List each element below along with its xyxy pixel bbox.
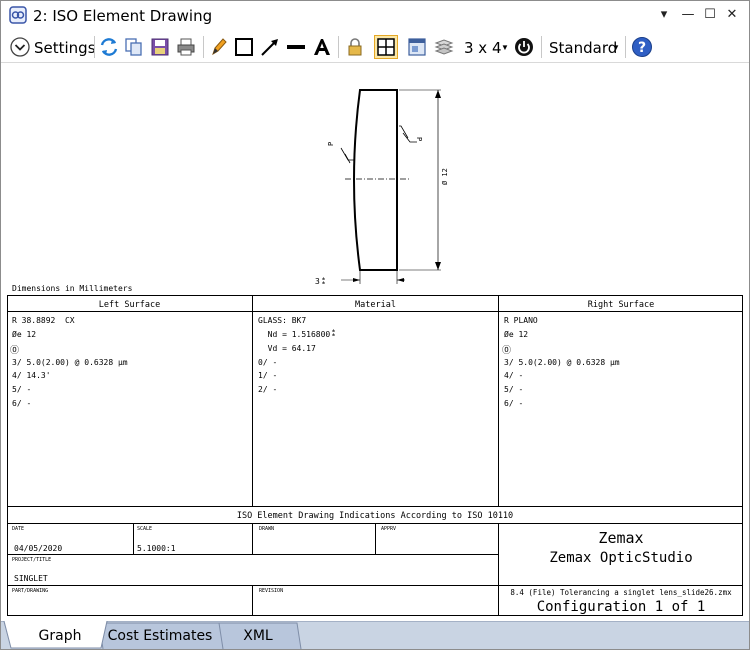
left-clear-aperture: Øe 12 <box>12 330 37 339</box>
tab-cost-estimates[interactable]: Cost Estimates <box>105 623 215 649</box>
copy-icon[interactable] <box>123 36 145 58</box>
lock-icon[interactable] <box>344 36 366 58</box>
revision-label: REVISION <box>259 588 284 594</box>
left-spec-3: 3/ 5.0(2.00) @ 0.6328 µm <box>12 358 128 367</box>
scale-value: 5.1000:1 <box>137 544 176 553</box>
help-icon[interactable]: ? <box>631 36 653 58</box>
left-zero-symbol: ⓪ <box>10 346 20 356</box>
standard-dropdown[interactable]: Standard <box>549 39 617 57</box>
right-radius: R PLANO <box>504 316 538 325</box>
left-surface-header: Left Surface <box>98 300 161 310</box>
layers-icon[interactable] <box>433 36 455 58</box>
left-spec-6: 6/ - <box>12 399 32 408</box>
text-tool-icon[interactable] <box>311 36 333 58</box>
standard-caret-icon[interactable]: ▼ <box>612 43 620 52</box>
drawn-label: DRAWN <box>259 526 275 532</box>
title-bar: 2: ISO Element Drawing ▾ — ☐ ✕ <box>1 1 749 31</box>
left-radius: R 38.8892 CX <box>12 316 75 325</box>
toolbar: Settings 3 x 4 ▼ Standard ▼ ? <box>1 32 749 63</box>
window-layout-icon[interactable] <box>406 36 428 58</box>
iso-element-drawing-window: 2: ISO Element Drawing ▾ — ☐ ✕ Settings <box>0 0 750 650</box>
power-icon[interactable] <box>513 36 535 58</box>
apprv-label: APPRV <box>381 526 397 532</box>
toolbar-separator <box>541 36 542 58</box>
rectangle-tool-icon[interactable] <box>233 36 255 58</box>
tab-xml[interactable]: XML <box>219 623 297 649</box>
material-spec-2: 2/ - <box>258 385 278 394</box>
drawing-canvas: Ø 12 P P 3 ± ± Dimensions in Millimeters … <box>1 63 749 621</box>
tab-bar: Graph Cost Estimates XML <box>1 621 749 649</box>
tab-graph[interactable]: Graph <box>15 623 105 649</box>
right-clear-aperture: Øe 12 <box>504 330 529 339</box>
zemax-app-icon <box>9 6 27 24</box>
minimize-button[interactable]: — <box>677 5 699 25</box>
material-glass: GLASS: BK7 <box>258 316 307 325</box>
toolbar-separator <box>625 36 626 58</box>
svg-text:?: ? <box>638 40 646 56</box>
right-surface-header: Right Surface <box>587 300 655 310</box>
material-header: Material <box>355 300 396 310</box>
pencil-icon[interactable] <box>208 36 230 58</box>
material-vd: Vd = 64.17 <box>258 344 316 353</box>
refresh-icon[interactable] <box>98 36 120 58</box>
part-drawing-label: PART/DRAWING <box>12 588 49 594</box>
layout-toggle-active[interactable] <box>374 35 398 59</box>
material-nd: Nd = 1.516800 <box>258 330 331 339</box>
toolbar-separator <box>338 36 339 58</box>
project-title-value: SINGLET <box>14 574 48 583</box>
file-name-line: 8.4 (File) Tolerancing a singlet lens_sl… <box>510 588 732 597</box>
print-icon[interactable] <box>175 36 197 58</box>
configuration-label: Configuration 1 of 1 <box>536 599 706 615</box>
maximize-button[interactable]: ☐ <box>699 5 721 25</box>
toolbar-separator <box>94 36 95 58</box>
grid-size-dropdown[interactable]: 3 x 4 <box>464 39 502 57</box>
right-spec-3: 3/ 5.0(2.00) @ 0.6328 µm <box>504 358 620 367</box>
right-zero-symbol: ⓪ <box>502 346 512 356</box>
product-name: Zemax OpticStudio <box>549 550 693 566</box>
toolbar-separator <box>203 36 204 58</box>
grid-layout-icon <box>377 38 395 56</box>
settings-button[interactable]: Settings <box>34 39 96 57</box>
date-label: DATE <box>12 526 25 532</box>
close-button[interactable]: ✕ <box>721 5 743 25</box>
settings-expand-icon[interactable] <box>9 36 31 58</box>
right-spec-6: 6/ - <box>504 399 524 408</box>
project-title-label: PROJECT/TITLE <box>12 557 52 563</box>
right-spec-4: 4/ - <box>504 371 524 380</box>
date-value: 04/05/2020 <box>14 544 63 553</box>
left-spec-4: 4/ 14.3' <box>12 371 51 380</box>
iso-indications-title: ISO Element Drawing Indications Accordin… <box>236 511 514 521</box>
company-name: Zemax <box>598 529 644 547</box>
right-spec-5: 5/ - <box>504 385 524 394</box>
window-menu-icon[interactable]: ▾ <box>653 5 675 25</box>
line-tool-icon[interactable] <box>285 36 307 58</box>
left-spec-5: 5/ - <box>12 385 32 394</box>
scale-label: SCALE <box>137 526 153 532</box>
grid-size-caret-icon[interactable]: ▼ <box>501 43 509 52</box>
material-spec-1: 1/ - <box>258 371 278 380</box>
material-spec-0: 0/ - <box>258 358 278 367</box>
nd-tolerance: ± ± <box>332 328 336 338</box>
arrow-tool-icon[interactable] <box>259 36 281 58</box>
save-icon[interactable] <box>149 36 171 58</box>
window-title: 2: ISO Element Drawing <box>33 7 213 25</box>
